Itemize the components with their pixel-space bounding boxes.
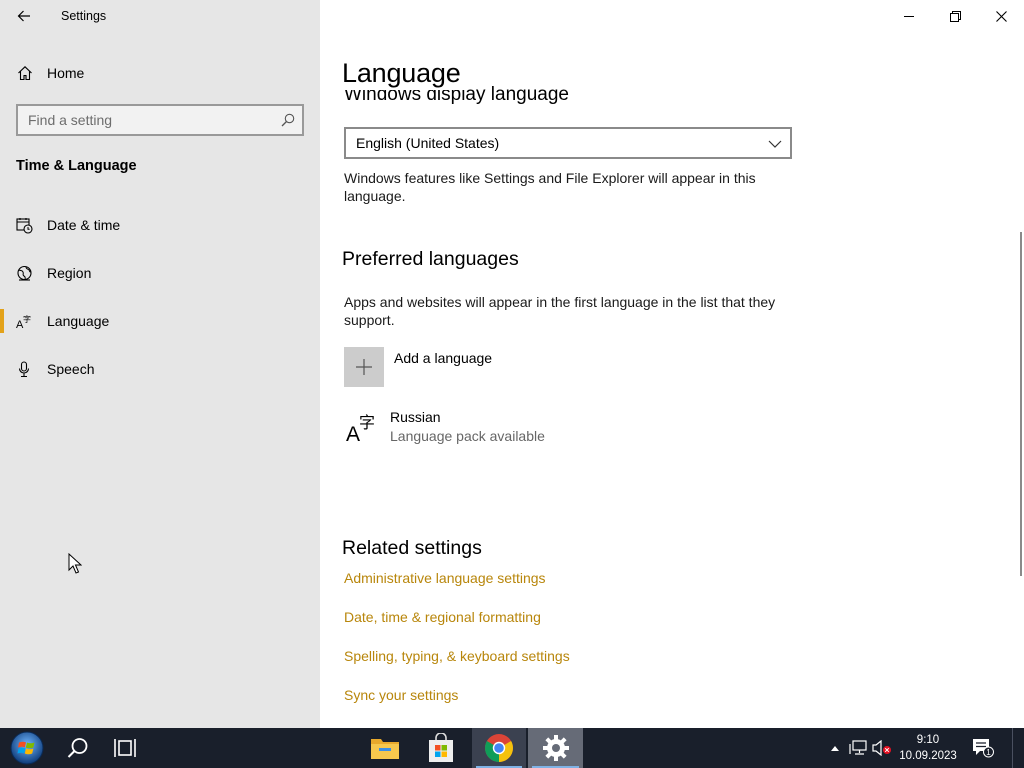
preferred-languages-heading: Preferred languages [342, 248, 519, 270]
link-spelling-typing-keyboard[interactable]: Spelling, typing, & keyboard settings [344, 648, 570, 664]
minimize-button[interactable] [886, 0, 932, 32]
network-icon [849, 740, 867, 755]
sidebar-item-date-time[interactable]: Date & time [0, 205, 320, 245]
search-box[interactable] [16, 104, 304, 136]
related-settings-heading: Related settings [342, 537, 482, 559]
notifications-icon: 1 [973, 739, 994, 758]
close-button[interactable] [978, 0, 1024, 32]
search-input[interactable] [28, 111, 273, 129]
language-status: Language pack available [390, 428, 545, 444]
volume-muted-icon [872, 740, 891, 756]
clock[interactable]: 9:10 10.09.2023 [896, 732, 960, 764]
sidebar-item-label: Region [47, 265, 92, 281]
calendar-clock-icon [16, 218, 33, 234]
task-view-button[interactable] [103, 728, 147, 768]
home-icon [18, 66, 32, 81]
settings-button[interactable] [528, 728, 583, 768]
app-title: Settings [61, 9, 107, 23]
restore-button[interactable] [932, 0, 978, 32]
link-date-time-regional-formatting[interactable]: Date, time & regional formatting [344, 609, 541, 625]
link-administrative-language-settings[interactable]: Administrative language settings [344, 570, 546, 586]
sidebar-item-region[interactable]: Region [0, 253, 320, 293]
sidebar-item-label: Language [47, 313, 110, 329]
sidebar-item-label: Speech [47, 361, 95, 377]
globe-icon [17, 265, 32, 281]
page-title: Language [342, 56, 467, 90]
minimize-icon [904, 16, 914, 17]
sidebar-item-label: Date & time [47, 217, 121, 233]
microphone-icon [18, 361, 30, 378]
clock-date: 10.09.2023 [899, 750, 957, 762]
chrome-icon [485, 734, 513, 762]
chevron-down-icon [768, 140, 782, 148]
add-language-button[interactable]: Add a language [344, 347, 544, 387]
chevron-up-icon [831, 746, 839, 751]
section-title: Time & Language [16, 158, 137, 174]
display-language-dropdown[interactable]: English (United States) [344, 127, 792, 159]
notifications-button[interactable]: 1 [968, 728, 998, 768]
file-explorer-icon [371, 739, 399, 759]
store-icon [429, 733, 453, 762]
scrollbar[interactable] [1020, 232, 1022, 576]
search-icon [67, 738, 88, 758]
show-desktop-button[interactable] [1012, 728, 1024, 768]
link-sync-your-settings[interactable]: Sync your settings [344, 687, 458, 703]
clock-time: 9:10 [916, 734, 940, 746]
preferred-languages-description: Apps and websites will appear in the fir… [344, 294, 776, 328]
close-icon [995, 10, 1007, 22]
dropdown-value: English (United States) [356, 135, 500, 151]
restore-icon [949, 10, 961, 22]
settings-icon [542, 735, 569, 761]
chrome-button[interactable] [472, 728, 526, 768]
selected-indicator [0, 309, 4, 333]
taskbar: 9:10 10.09.2023 1 [0, 728, 1024, 768]
notification-count: 1 [986, 748, 991, 757]
back-button[interactable] [10, 4, 38, 28]
main-content: Language Windows display language Englis… [320, 0, 1024, 728]
svg-text:A: A [346, 423, 360, 443]
taskbar-search-button[interactable] [56, 728, 100, 768]
show-hidden-icons-button[interactable] [826, 728, 844, 768]
svg-text:字: 字 [23, 314, 31, 324]
task-view-icon [114, 739, 136, 757]
volume-button[interactable] [870, 728, 894, 768]
start-icon [10, 731, 44, 765]
language-icon: A字 [346, 413, 375, 443]
add-language-label: Add a language [394, 350, 493, 366]
nav-home-label: Home [47, 65, 85, 81]
store-button[interactable] [418, 728, 464, 768]
network-button[interactable] [846, 728, 870, 768]
display-language-description: Windows features like Settings and File … [344, 170, 756, 204]
mouse-cursor-icon [68, 553, 82, 574]
sidebar-item-language[interactable]: A字 Language [0, 301, 320, 341]
language-icon: A字 [16, 314, 31, 330]
file-explorer-button[interactable] [362, 728, 408, 768]
add-icon-tile [344, 347, 384, 387]
sidebar-item-speech[interactable]: Speech [0, 349, 320, 389]
start-button[interactable] [0, 728, 54, 768]
search-icon [281, 113, 295, 127]
sidebar: Settings Home Time & Language Date & tim… [0, 0, 320, 728]
language-name: Russian [390, 409, 441, 425]
back-arrow-icon [17, 10, 30, 22]
language-item-russian[interactable]: A字 Russian Language pack available [344, 405, 784, 453]
nav-home[interactable]: Home [0, 57, 320, 89]
plus-icon [356, 359, 372, 375]
svg-text:字: 字 [359, 413, 375, 432]
